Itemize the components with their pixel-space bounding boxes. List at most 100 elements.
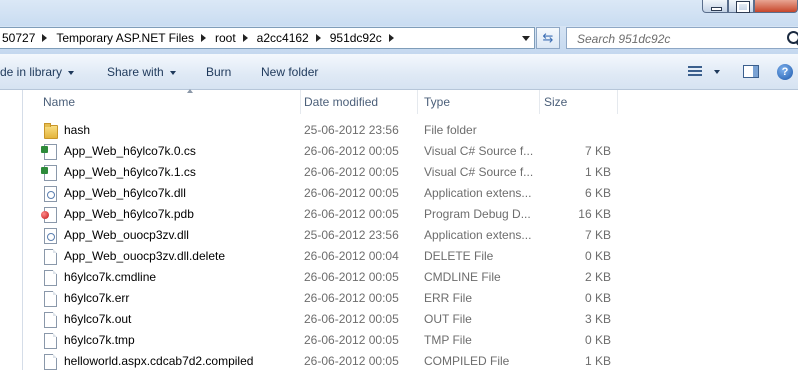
window-controls — [702, 0, 798, 14]
file-name: helloworld.aspx.cdcab7d2.compiled — [64, 354, 254, 368]
file-date-modified: 26-06-2012 00:05 — [304, 144, 399, 158]
file-name: App_Web_h6ylco7k.0.cs — [64, 144, 196, 158]
file-type: Program Debug D... — [424, 207, 531, 221]
file-name: App_Web_h6ylco7k.1.cs — [64, 165, 196, 179]
search-icon[interactable] — [787, 31, 798, 44]
file-row[interactable]: App_Web_h6ylco7k.0.cs 26-06-2012 00:05 V… — [23, 141, 798, 162]
dll-file-icon — [44, 228, 57, 244]
breadcrumb-item[interactable]: root — [213, 31, 238, 45]
file-size: 1 KB — [584, 165, 611, 179]
address-history-dropdown-icon[interactable] — [522, 36, 530, 41]
burn-button[interactable]: Burn — [206, 65, 231, 79]
folder-icon — [44, 123, 58, 139]
file-size: 6 KB — [584, 186, 611, 200]
new-folder-button[interactable]: New folder — [261, 65, 318, 79]
file-row[interactable]: h6ylco7k.out 26-06-2012 00:05 OUT File 3… — [23, 309, 798, 330]
file-row[interactable]: h6ylco7k.cmdline 26-06-2012 00:05 CMDLIN… — [23, 267, 798, 288]
search-input[interactable] — [575, 31, 779, 47]
file-row[interactable]: App_Web_ouocp3zv.dll 25-06-2012 23:56 Ap… — [23, 225, 798, 246]
file-row[interactable]: App_Web_h6ylco7k.1.cs 26-06-2012 00:05 V… — [23, 162, 798, 183]
dll-file-icon — [44, 186, 57, 202]
file-date-modified: 26-06-2012 00:05 — [304, 270, 399, 284]
view-options-chevron-icon[interactable] — [714, 70, 720, 74]
csharp-file-icon — [41, 144, 57, 160]
csharp-file-icon — [41, 165, 57, 181]
file-date-modified: 25-06-2012 23:56 — [304, 228, 399, 242]
file-type: OUT File — [424, 312, 472, 326]
file-row[interactable]: App_Web_ouocp3zv.dll.delete 26-06-2012 0… — [23, 246, 798, 267]
pdb-file-icon — [41, 207, 57, 223]
breadcrumb-item[interactable]: Temporary ASP.NET Files — [54, 31, 196, 45]
file-list: hash 25-06-2012 23:56 File folder App_We… — [23, 120, 798, 372]
file-size: 0 KB — [584, 291, 611, 305]
minimize-icon — [711, 7, 722, 11]
file-name: App_Web_h6ylco7k.dll — [64, 186, 186, 200]
change-view-icon[interactable] — [688, 66, 702, 78]
file-size: 3 KB — [584, 312, 611, 326]
file-name: h6ylco7k.out — [64, 312, 132, 326]
file-date-modified: 26-06-2012 00:05 — [304, 312, 399, 326]
refresh-icon: ⇆ — [542, 30, 554, 45]
breadcrumb-separator-icon[interactable] — [42, 34, 48, 42]
address-bar[interactable]: 50727 Temporary ASP.NET Files root a2cc4… — [0, 27, 535, 49]
file-size: 0 KB — [584, 333, 611, 347]
preview-pane-icon[interactable] — [743, 65, 759, 78]
file-name: hash — [64, 123, 91, 137]
navigation-pane[interactable] — [0, 90, 23, 370]
generic-file-icon — [44, 312, 57, 328]
help-icon[interactable]: ? — [777, 64, 793, 80]
search-box[interactable] — [566, 27, 798, 49]
breadcrumb-item[interactable]: a2cc4162 — [255, 31, 311, 45]
file-type: Visual C# Source f... — [424, 144, 534, 158]
breadcrumb-separator-icon[interactable] — [388, 34, 394, 42]
breadcrumb-separator-icon[interactable] — [315, 34, 321, 42]
command-bar: de in library Share with Burn New folder… — [0, 54, 798, 90]
column-header-name[interactable]: Name — [39, 90, 301, 114]
file-date-modified: 26-06-2012 00:05 — [304, 354, 399, 368]
file-row[interactable]: App_Web_h6ylco7k.dll 26-06-2012 00:05 Ap… — [23, 183, 798, 204]
file-type: File folder — [424, 123, 477, 137]
file-row[interactable]: h6ylco7k.tmp 26-06-2012 00:05 TMP File 0… — [23, 330, 798, 351]
file-name: App_Web_ouocp3zv.dll — [64, 228, 189, 242]
breadcrumb-separator-icon[interactable] — [242, 34, 248, 42]
file-date-modified: 26-06-2012 00:04 — [304, 249, 399, 263]
include-in-library-button[interactable]: de in library — [0, 65, 75, 79]
file-name: App_Web_ouocp3zv.dll.delete — [64, 249, 226, 263]
file-type: Visual C# Source f... — [424, 165, 534, 179]
file-name: App_Web_h6ylco7k.pdb — [64, 207, 194, 221]
generic-file-icon — [44, 291, 57, 307]
column-header-date-modified[interactable]: Date modified — [300, 90, 418, 114]
file-type: Application extens... — [424, 186, 532, 200]
close-button[interactable] — [754, 0, 798, 13]
address-row: 50727 Temporary ASP.NET Files root a2cc4… — [0, 26, 798, 54]
generic-file-icon — [44, 270, 57, 286]
file-row[interactable]: App_Web_h6ylco7k.pdb 26-06-2012 00:05 Pr… — [23, 204, 798, 225]
file-type: CMDLINE File — [424, 270, 501, 284]
maximize-button[interactable] — [728, 0, 754, 13]
share-with-button[interactable]: Share with — [107, 65, 176, 79]
refresh-button[interactable]: ⇆ — [536, 27, 560, 49]
chevron-down-icon — [68, 70, 75, 75]
breadcrumb-separator-icon[interactable] — [200, 34, 206, 42]
file-size: 16 KB — [578, 207, 611, 221]
file-row[interactable]: helloworld.aspx.cdcab7d2.compiled 26-06-… — [23, 351, 798, 372]
file-row[interactable]: h6ylco7k.err 26-06-2012 00:05 ERR File 0… — [23, 288, 798, 309]
column-header-type[interactable]: Type — [420, 90, 540, 114]
breadcrumb-item[interactable]: 951dc92c — [328, 31, 384, 45]
column-headers: Name Date modified Type Size — [23, 89, 798, 114]
file-date-modified: 25-06-2012 23:56 — [304, 123, 399, 137]
file-row[interactable]: hash 25-06-2012 23:56 File folder — [23, 120, 798, 141]
minimize-button[interactable] — [702, 0, 728, 13]
file-size: 0 KB — [584, 249, 611, 263]
file-size: 7 KB — [584, 144, 611, 158]
breadcrumb-item[interactable]: 50727 — [0, 31, 37, 45]
file-type: COMPILED File — [424, 354, 510, 368]
generic-file-icon — [44, 249, 57, 265]
file-type: Application extens... — [424, 228, 532, 242]
file-date-modified: 26-06-2012 00:05 — [304, 333, 399, 347]
generic-file-icon — [44, 354, 57, 370]
file-name: h6ylco7k.err — [64, 291, 130, 305]
maximize-icon — [736, 1, 750, 13]
title-bar — [0, 0, 798, 26]
column-header-size[interactable]: Size — [540, 90, 618, 114]
